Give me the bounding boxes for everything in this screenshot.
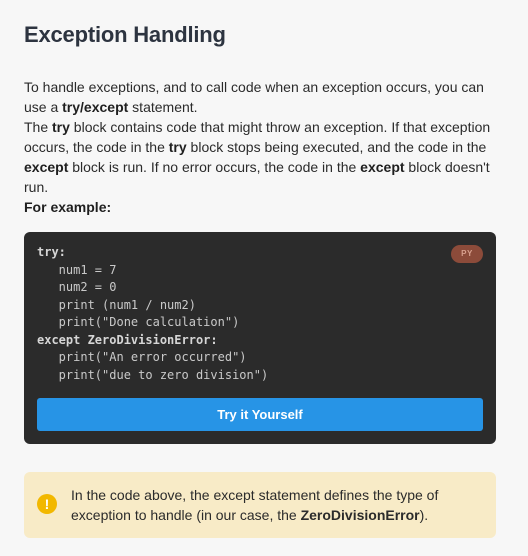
code-line: num1 = 7 xyxy=(37,262,117,277)
keyword-except: except xyxy=(360,159,405,175)
note-keyword: ZeroDivisionError xyxy=(300,507,420,523)
note-text-after: ). xyxy=(419,507,429,523)
keyword-except: except xyxy=(24,159,69,175)
explanation-paragraph: The try block contains code that might t… xyxy=(24,117,504,197)
keyword-try: try xyxy=(52,119,70,135)
code-line: print("due to zero division") xyxy=(37,367,269,382)
code-line: num2 = 0 xyxy=(37,280,117,294)
explanation-text-4: block is run. If no error occurs, the co… xyxy=(68,159,361,175)
info-note: ! In the code above, the except statemen… xyxy=(24,472,496,538)
for-example-label: For example: xyxy=(24,197,504,217)
lesson-page: Exception Handling To handle exceptions,… xyxy=(0,0,528,556)
code-line: except ZeroDivisionError: xyxy=(37,332,218,347)
lesson-text: To handle exceptions, and to call code w… xyxy=(24,77,504,217)
exclamation-icon: ! xyxy=(37,494,57,514)
code-line: print("Done calculation") xyxy=(37,315,240,329)
code-line: print (num1 / num2) xyxy=(37,297,196,312)
explanation-text-1: The xyxy=(24,119,53,135)
code-line: print("An error occurred") xyxy=(37,350,247,364)
intro-keyword-try-except: try/except xyxy=(62,99,129,115)
code-example-panel: PY try: num1 = 7 num2 = 0 print (num1 / … xyxy=(24,232,496,444)
code-block: try: num1 = 7 num2 = 0 print (num1 / num… xyxy=(37,244,268,384)
explanation-text-3: block stops being executed, and the code… xyxy=(186,139,487,155)
intro-paragraph: To handle exceptions, and to call code w… xyxy=(24,77,504,117)
note-text: In the code above, the except statement … xyxy=(71,485,471,525)
language-badge: PY xyxy=(451,245,483,263)
page-title: Exception Handling xyxy=(24,22,226,47)
code-line: try: xyxy=(37,245,66,259)
for-example-text: For example: xyxy=(24,199,112,215)
intro-text-after: statement. xyxy=(128,99,198,115)
keyword-try: try xyxy=(168,139,187,155)
try-it-yourself-button[interactable]: Try it Yourself xyxy=(37,398,483,431)
